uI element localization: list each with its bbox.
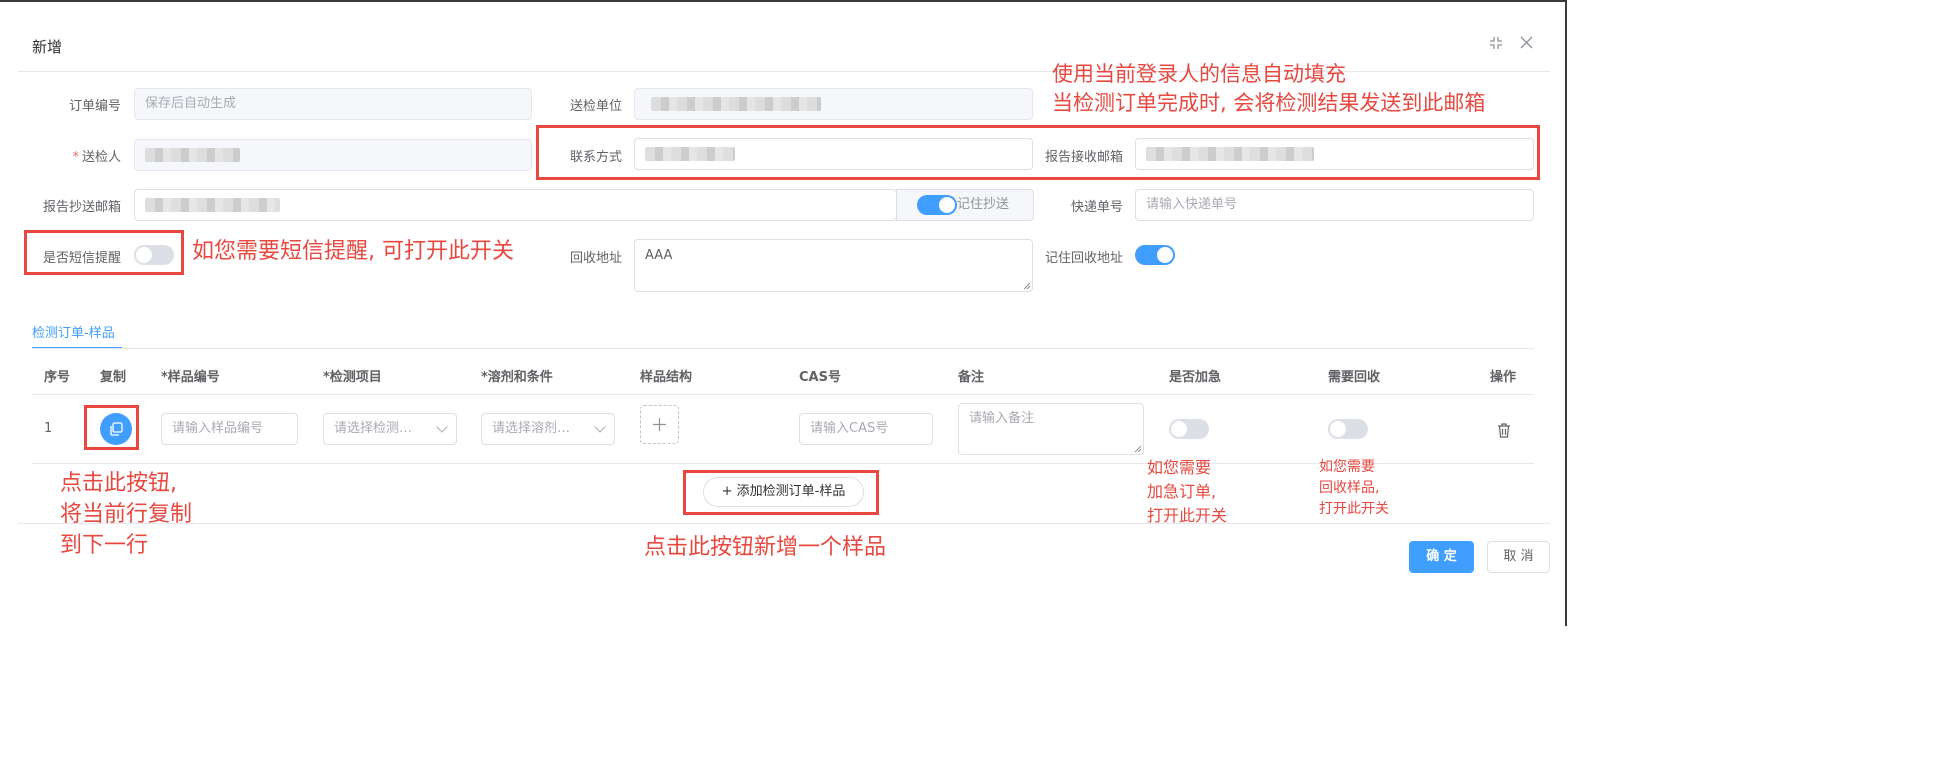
col-header-solvent: *溶剂和条件	[481, 370, 553, 385]
cas-input[interactable]: 请输入CAS号	[799, 413, 933, 445]
collapse-icon[interactable]	[1489, 36, 1503, 54]
annotation-line: 使用当前登录人的信息自动填充	[1052, 62, 1346, 86]
express-label: 快递单号	[1070, 200, 1123, 215]
test-item-select[interactable]: 请选择检测…	[323, 413, 457, 445]
tab-samples[interactable]: 检测订单-样品	[32, 322, 115, 341]
unit-label: 送检单位	[569, 99, 622, 114]
annotation-line: 打开此开关	[1147, 506, 1228, 525]
col-header-copy: 复制	[100, 370, 127, 385]
col-header-sample-no: *样品编号	[161, 370, 220, 385]
dialog-title: 新增	[32, 38, 63, 56]
col-header-actions: 操作	[1490, 370, 1517, 385]
annotation-line: 将当前行复制	[60, 502, 193, 527]
address-value: AAA	[645, 248, 673, 263]
cancel-button[interactable]: 取 消	[1487, 541, 1550, 573]
address-textarea[interactable]: AAA	[634, 239, 1033, 292]
delete-row-button[interactable]	[1497, 423, 1511, 442]
annotation-line: 加急订单,	[1147, 482, 1217, 501]
annotation-autofill: 使用当前登录人的信息自动填充 当检测订单完成时, 会将检测结果发送到此邮箱	[1052, 60, 1485, 118]
cc-email-input[interactable]	[134, 189, 897, 221]
confirm-button[interactable]: 确 定	[1409, 541, 1474, 573]
cas-placeholder: 请输入CAS号	[810, 421, 889, 436]
close-icon[interactable]	[1520, 36, 1533, 53]
remember-cc-label: 记住抄送	[957, 197, 1010, 212]
annotation-line: 回收样品,	[1319, 480, 1380, 496]
blurred-value	[145, 197, 280, 212]
chevron-down-icon	[594, 421, 606, 433]
annotation-line: 如您需要	[1319, 459, 1375, 475]
remember-address-switch[interactable]	[1135, 245, 1175, 265]
express-placeholder: 请输入快递单号	[1146, 197, 1238, 212]
col-header-structure: 样品结构	[640, 370, 693, 385]
chevron-down-icon	[436, 421, 448, 433]
col-header-recycle: 需要回收	[1328, 370, 1381, 385]
annotation-recycle: 如您需要 回收样品, 打开此开关	[1319, 457, 1389, 520]
address-label: 回收地址	[569, 251, 622, 266]
annotation-copy: 点击此按钮, 将当前行复制 到下一行	[60, 468, 192, 561]
annotation-sms: 如您需要短信提醒, 可打开此开关	[192, 239, 514, 264]
annotation-box-autofill	[536, 125, 1540, 180]
annotation-line: 到下一行	[60, 533, 149, 558]
unit-input	[634, 88, 1033, 120]
order-no-label: 订单编号	[68, 99, 121, 114]
col-header-test-item: *检测项目	[323, 370, 382, 385]
test-item-placeholder: 请选择检测…	[334, 421, 413, 436]
sender-input	[134, 139, 532, 171]
structure-upload-button[interactable]	[640, 405, 679, 444]
annotation-add: 点击此按钮新增一个样品	[644, 535, 887, 560]
express-input[interactable]: 请输入快递单号	[1135, 189, 1534, 221]
row-index: 1	[44, 421, 53, 436]
remember-cc-switch[interactable]	[917, 195, 957, 215]
order-no-placeholder: 保存后自动生成	[145, 96, 237, 111]
col-header-index: 序号	[44, 370, 71, 385]
sender-label-text: 送检人	[81, 150, 121, 165]
required-mark: *	[72, 150, 79, 165]
annotation-line: 点击此按钮,	[60, 471, 177, 496]
remark-placeholder: 请输入备注	[969, 411, 1035, 426]
sample-no-input[interactable]: 请输入样品编号	[161, 413, 298, 445]
col-header-remark: 备注	[958, 370, 985, 385]
cc-email-label: 报告抄送邮箱	[42, 200, 121, 215]
sample-no-placeholder: 请输入样品编号	[172, 421, 264, 436]
sender-label: * 送检人	[40, 146, 121, 165]
blurred-value	[651, 96, 821, 111]
recycle-switch[interactable]	[1328, 419, 1368, 439]
plus-icon	[653, 418, 666, 431]
annotation-line: 当检测订单完成时, 会将检测结果发送到此邮箱	[1052, 91, 1486, 115]
remember-cc-toggle-group: 记住抄送	[896, 189, 1034, 221]
remember-address-label: 记住回收地址	[1044, 251, 1123, 266]
annotation-urgent: 如您需要 加急订单, 打开此开关	[1147, 456, 1227, 528]
blurred-value	[145, 147, 240, 162]
col-header-urgent: 是否加急	[1169, 370, 1222, 385]
order-no-input: 保存后自动生成	[134, 88, 532, 120]
urgent-switch[interactable]	[1169, 419, 1209, 439]
resize-handle-icon[interactable]	[1134, 445, 1142, 453]
solvent-select[interactable]: 请选择溶剂…	[481, 413, 615, 445]
remark-textarea[interactable]: 请输入备注	[958, 403, 1144, 455]
annotation-box-add	[683, 470, 879, 515]
annotation-line: 如您需要	[1147, 458, 1212, 477]
col-header-cas: CAS号	[799, 370, 841, 385]
resize-handle-icon[interactable]	[1023, 282, 1031, 290]
solvent-placeholder: 请选择溶剂…	[492, 421, 571, 436]
annotation-box-copy	[84, 405, 139, 450]
annotation-line: 打开此开关	[1319, 501, 1389, 517]
annotation-box-sms	[24, 230, 184, 275]
trash-icon	[1498, 423, 1510, 438]
